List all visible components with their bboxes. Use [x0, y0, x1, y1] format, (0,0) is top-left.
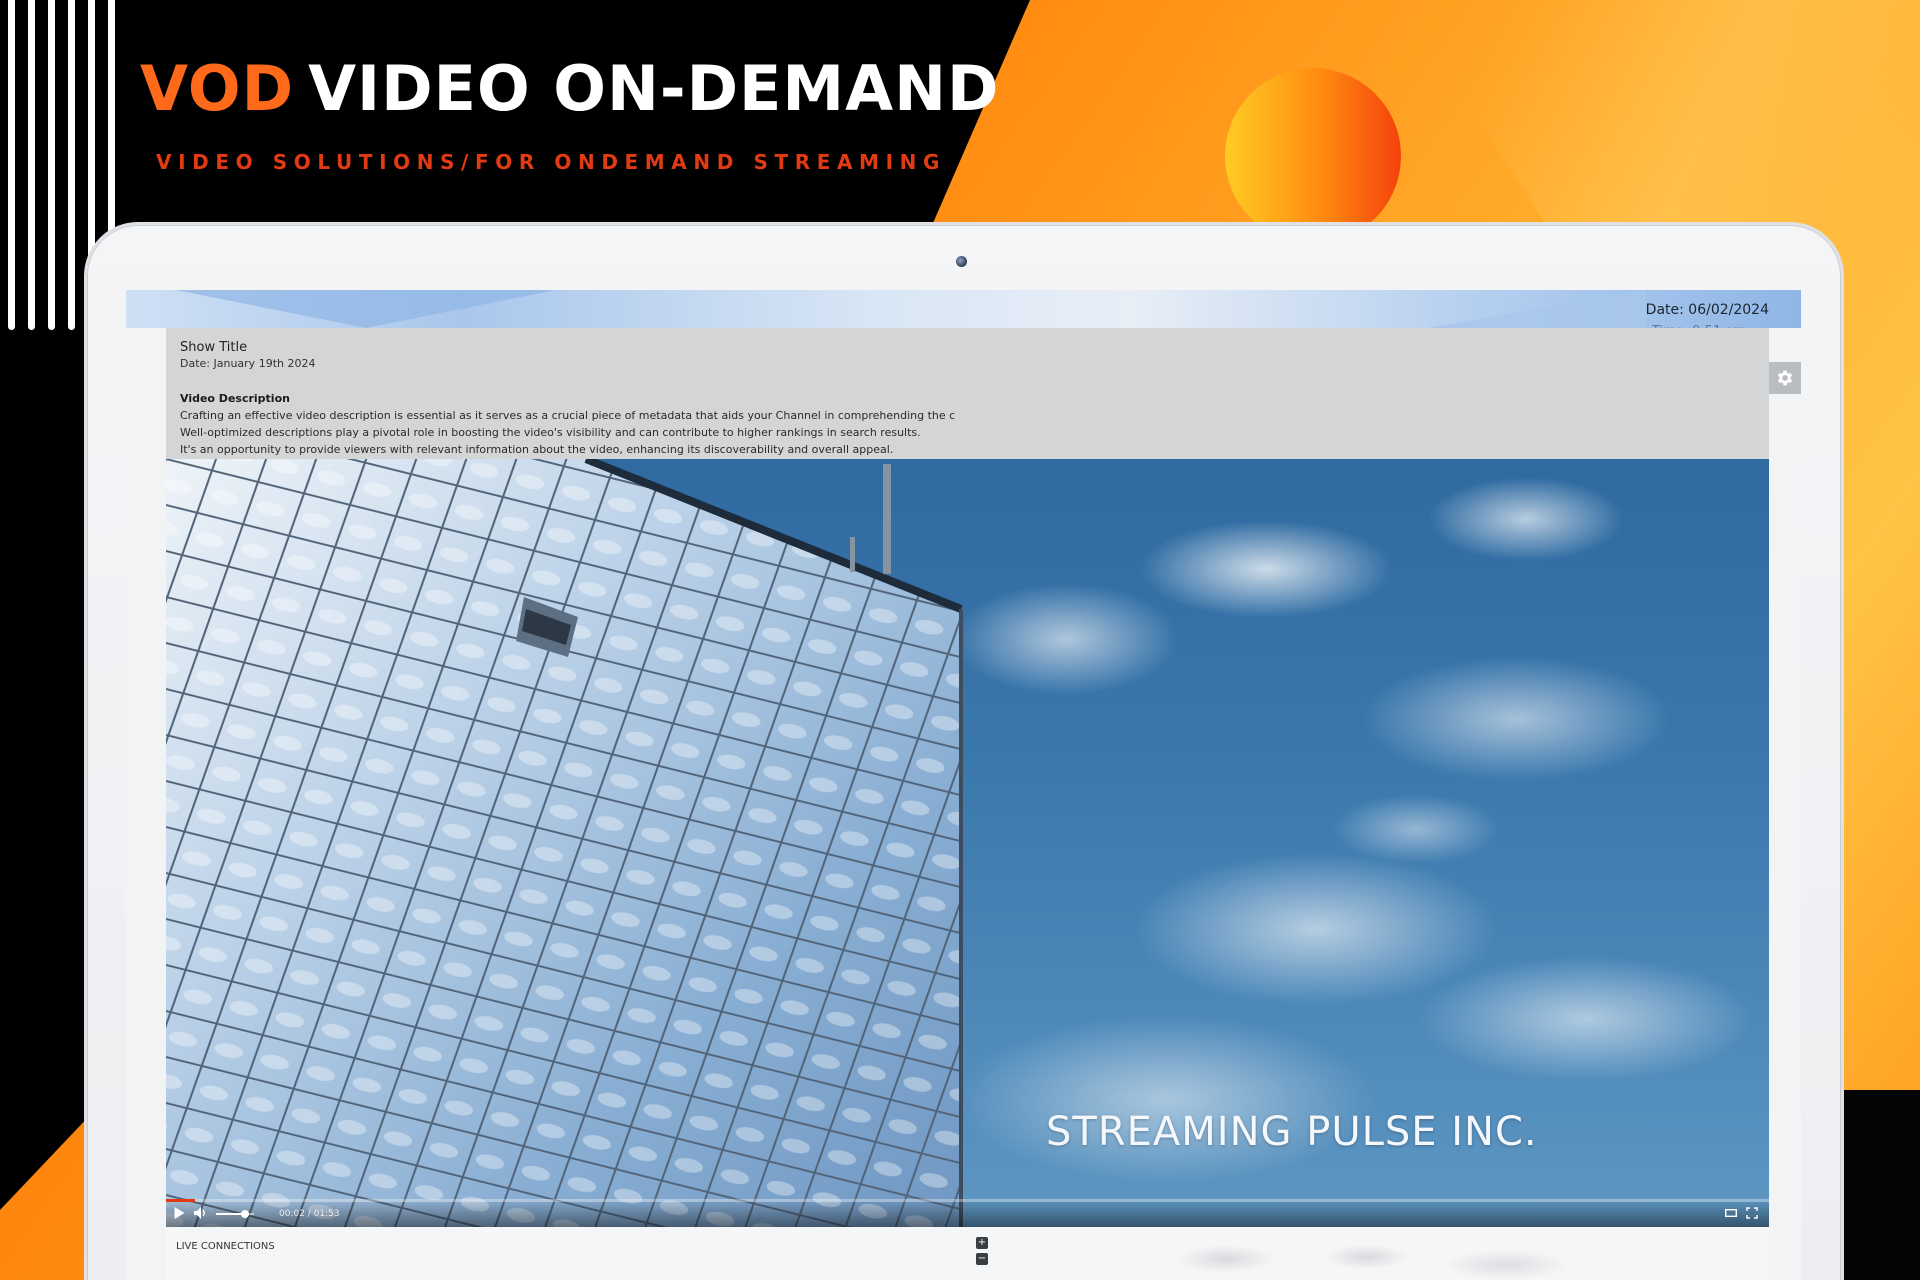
video-controls: 00:02 / 01:53: [166, 1199, 1769, 1227]
webcam-icon: [956, 256, 967, 267]
gear-icon: [1777, 370, 1793, 386]
volume-icon: [194, 1207, 205, 1219]
glass-building-image: [166, 459, 963, 1227]
volume-slider[interactable]: [216, 1210, 254, 1218]
promo-title-accent: VOD: [140, 52, 295, 125]
live-connections-label: LIVE CONNECTIONS: [176, 1241, 275, 1252]
company-watermark: STREAMING PULSE INC.: [1046, 1109, 1538, 1155]
show-title: Show Title: [180, 340, 248, 355]
mute-button[interactable]: [194, 1207, 208, 1222]
theater-mode-button[interactable]: [1724, 1208, 1738, 1221]
play-icon: [174, 1207, 185, 1219]
video-player[interactable]: STREAMING PULSE INC. 00:02 / 01:53: [166, 459, 1769, 1227]
show-date: Date: January 19th 2024: [180, 357, 316, 370]
map-zoom-out-button[interactable]: −: [976, 1253, 988, 1265]
settings-button[interactable]: [1768, 362, 1801, 394]
time-display: 00:02 / 01:53: [279, 1209, 340, 1219]
current-date: Date: 06/02/2024: [1645, 302, 1769, 318]
description-line: Well-optimized descriptions play a pivot…: [180, 426, 921, 439]
description-line: Crafting an effective video description …: [180, 409, 956, 422]
description-line: It's an opportunity to provide viewers w…: [180, 443, 894, 456]
promo-title-rest: VIDEO ON-DEMAND: [308, 52, 1000, 125]
promo-title: VOD VIDEO ON-DEMAND: [140, 52, 999, 125]
description-heading: Video Description: [180, 392, 290, 405]
volume-handle[interactable]: [240, 1210, 249, 1218]
sun-graphic: [1225, 68, 1401, 244]
theater-mode-icon: [1724, 1209, 1738, 1217]
world-map[interactable]: [1146, 1239, 1646, 1280]
play-button[interactable]: [174, 1207, 185, 1222]
map-zoom-in-button[interactable]: +: [976, 1237, 988, 1249]
progress-bar[interactable]: [166, 1199, 1769, 1202]
fullscreen-button[interactable]: [1746, 1207, 1758, 1222]
video-info-panel: Show Title Date: January 19th 2024 Video…: [166, 328, 1769, 459]
fullscreen-icon: [1746, 1207, 1758, 1219]
header-banner: [126, 290, 1801, 328]
live-connections-panel: LIVE CONNECTIONS + −: [166, 1227, 1769, 1280]
progress-bar-fill: [166, 1199, 195, 1202]
promo-subtitle: VIDEO SOLUTIONS/FOR ONDEMAND STREAMING: [156, 150, 946, 174]
laptop-screen: Date: 06/02/2024 Time: 0:51 am Show Titl…: [126, 290, 1801, 1280]
